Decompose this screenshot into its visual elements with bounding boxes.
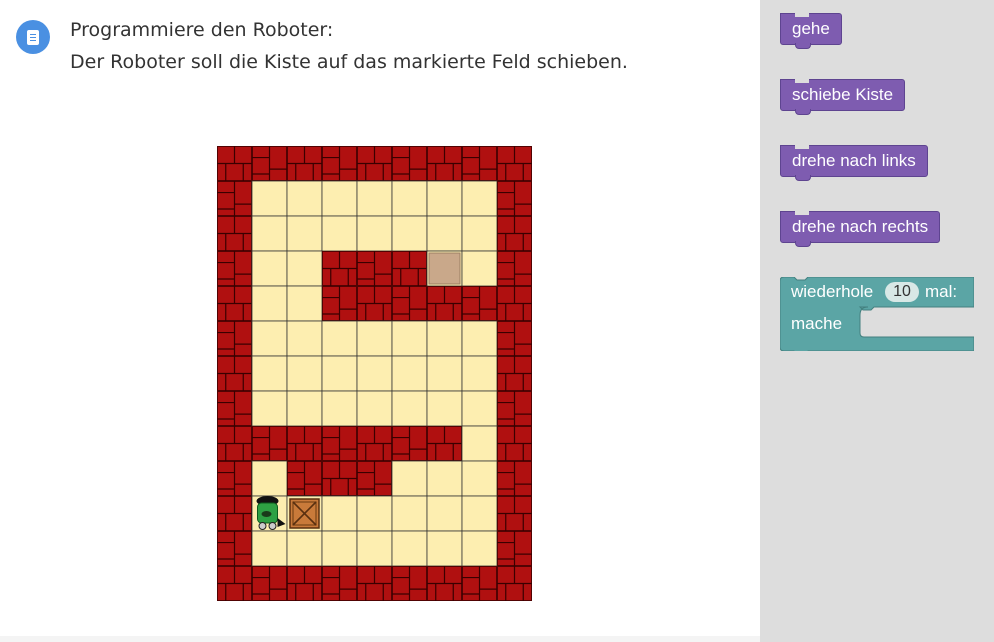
- target-field: [428, 252, 461, 285]
- task-instruction: Der Roboter soll die Kiste auf das marki…: [70, 51, 628, 73]
- task-title: Programmiere den Roboter:: [70, 19, 334, 41]
- floor-cell: [356, 530, 393, 567]
- floor-cell: [461, 180, 498, 217]
- floor-cell: [391, 460, 428, 497]
- block-label: drehe nach rechts: [792, 217, 929, 236]
- floor-cell: [426, 460, 463, 497]
- block-drehe-nach-rechts[interactable]: drehe nach rechts: [780, 211, 941, 247]
- floor-cell: [321, 215, 358, 252]
- repeat-count-input[interactable]: 10: [885, 282, 919, 302]
- block-label: gehe: [792, 19, 830, 38]
- floor-cell: [426, 215, 463, 252]
- document-icon: [16, 20, 50, 54]
- floor-cell: [391, 355, 428, 392]
- floor-cell: [286, 530, 323, 567]
- floor-cell: [356, 495, 393, 532]
- floor-cell: [321, 530, 358, 567]
- floor-cell: [461, 250, 498, 287]
- floor-cell: [251, 180, 288, 217]
- repeat-label: wiederhole: [791, 282, 874, 301]
- block-wiederhole[interactable]: wiederhole 10 mal: mache: [780, 277, 974, 351]
- floor-cell: [321, 320, 358, 357]
- maze-grid: [217, 146, 532, 601]
- repeat-label-times: mal:: [925, 282, 958, 301]
- floor-cell: [426, 180, 463, 217]
- floor-cell: [356, 180, 393, 217]
- floor-cell: [286, 285, 323, 322]
- floor-cell: [251, 530, 288, 567]
- floor-cell: [286, 180, 323, 217]
- floor-cell: [286, 390, 323, 427]
- floor-cell: [251, 460, 288, 497]
- floor-cell: [461, 320, 498, 357]
- floor-cell: [461, 215, 498, 252]
- block-gehe[interactable]: gehe: [780, 13, 842, 49]
- floor-cell: [461, 495, 498, 532]
- floor-cell: [251, 320, 288, 357]
- floor-cell: [461, 355, 498, 392]
- floor-cell: [321, 495, 358, 532]
- floor-cell: [356, 390, 393, 427]
- floor-cell: [391, 320, 428, 357]
- floor-cell: [461, 425, 498, 462]
- floor-cell: [286, 215, 323, 252]
- floor-cell: [251, 390, 288, 427]
- floor-cell: [391, 180, 428, 217]
- block-label: drehe nach links: [792, 151, 916, 170]
- floor-cell: [286, 250, 323, 287]
- block-schiebe-kiste[interactable]: schiebe Kiste: [780, 79, 906, 115]
- floor-cell: [251, 285, 288, 322]
- floor-cell: [426, 495, 463, 532]
- floor-cell: [321, 390, 358, 427]
- floor-cell: [391, 215, 428, 252]
- floor-cell: [426, 355, 463, 392]
- floor-cell: [426, 390, 463, 427]
- floor-cell: [461, 460, 498, 497]
- floor-cell: [251, 355, 288, 392]
- floor-cell: [391, 390, 428, 427]
- floor-cell: [251, 250, 288, 287]
- floor-cell: [286, 320, 323, 357]
- block-drehe-nach-links[interactable]: drehe nach links: [780, 145, 928, 181]
- floor-cell: [321, 355, 358, 392]
- floor-cell: [356, 320, 393, 357]
- floor-cell: [461, 390, 498, 427]
- floor-cell: [461, 530, 498, 567]
- floor-cell: [356, 355, 393, 392]
- floor-cell: [321, 180, 358, 217]
- floor-cell: [356, 215, 393, 252]
- task-description: Programmiere den Roboter: Der Roboter so…: [70, 14, 628, 78]
- divider: [0, 636, 760, 642]
- floor-cell: [391, 495, 428, 532]
- block-toolbox: gehe schiebe Kiste drehe nach links dreh…: [760, 0, 994, 642]
- block-label: schiebe Kiste: [792, 85, 894, 104]
- floor-cell: [391, 530, 428, 567]
- floor-cell: [426, 530, 463, 567]
- repeat-label-do: mache: [791, 314, 843, 333]
- floor-cell: [286, 355, 323, 392]
- floor-cell: [251, 215, 288, 252]
- instructions-panel: Programmiere den Roboter: Der Roboter so…: [0, 0, 760, 642]
- floor-cell: [426, 320, 463, 357]
